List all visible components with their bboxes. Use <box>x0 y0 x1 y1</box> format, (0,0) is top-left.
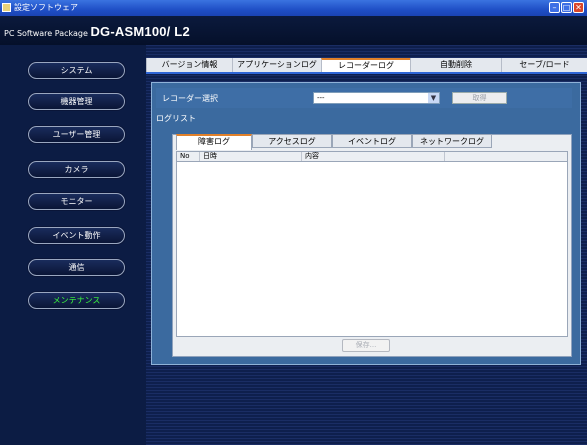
nav-event-action[interactable]: イベント動作 <box>28 227 125 244</box>
tab-application-log[interactable]: アプリケーションログ <box>232 58 321 72</box>
column-header-no[interactable]: No <box>177 152 200 161</box>
tab-recorder-log[interactable]: レコーダーログ <box>321 58 410 72</box>
column-header-extra[interactable] <box>445 152 567 161</box>
tab-failure-log[interactable]: 障害ログ <box>176 134 252 150</box>
chevron-down-icon[interactable]: ▼ <box>428 93 439 103</box>
nav-monitor[interactable]: モニター <box>28 193 125 210</box>
save-button[interactable]: 保存... <box>342 339 390 352</box>
tab-access-log[interactable]: アクセスログ <box>252 134 332 148</box>
product-prefix: PC Software Package <box>4 29 91 38</box>
maintenance-tabs: バージョン情報 アプリケーションログ レコーダーログ 自動削除 セーブ/ロード <box>146 58 587 74</box>
column-header-datetime[interactable]: 日時 <box>200 152 302 161</box>
product-brand: PC Software Package DG-ASM100/ L2 <box>4 24 190 40</box>
loglist-label: ログリスト <box>156 114 196 123</box>
recorder-select[interactable]: --- ▼ <box>313 92 440 104</box>
nav-communication[interactable]: 通信 <box>28 259 125 276</box>
get-button[interactable]: 取得 <box>452 92 507 104</box>
recorder-select-value: --- <box>317 94 325 102</box>
log-table-header: No 日時 内容 <box>176 151 568 162</box>
tab-version-info[interactable]: バージョン情報 <box>146 58 232 72</box>
nav-system[interactable]: システム <box>28 62 125 79</box>
tab-auto-delete[interactable]: 自動削除 <box>410 58 501 72</box>
app-header: PC Software Package DG-ASM100/ L2 <box>0 16 587 45</box>
product-model: DG-ASM100/ L2 <box>90 24 190 39</box>
sidebar: システム 機器管理 ユーザー管理 カメラ モニター イベント動作 通信 メンテナ… <box>0 45 146 445</box>
nav-user-management[interactable]: ユーザー管理 <box>28 126 125 143</box>
nav-maintenance[interactable]: メンテナンス <box>28 292 125 309</box>
nav-camera[interactable]: カメラ <box>28 161 125 178</box>
log-table[interactable] <box>176 151 568 337</box>
tab-network-log[interactable]: ネットワークログ <box>412 134 492 148</box>
minimize-icon[interactable]: – <box>549 2 560 13</box>
app-icon <box>2 3 11 12</box>
tab-event-log[interactable]: イベントログ <box>332 134 412 148</box>
recorder-select-label: レコーダー選択 <box>162 94 218 103</box>
maximize-icon[interactable]: □ <box>561 2 572 13</box>
window-title-bar: 設定ソフトウェア – □ ✕ <box>0 0 587 16</box>
column-header-content[interactable]: 内容 <box>302 152 445 161</box>
nav-device-management[interactable]: 機器管理 <box>28 93 125 110</box>
window-title: 設定ソフトウェア <box>14 3 78 12</box>
tab-save-load[interactable]: セーブ/ロード <box>501 58 587 72</box>
close-icon[interactable]: ✕ <box>573 2 584 13</box>
